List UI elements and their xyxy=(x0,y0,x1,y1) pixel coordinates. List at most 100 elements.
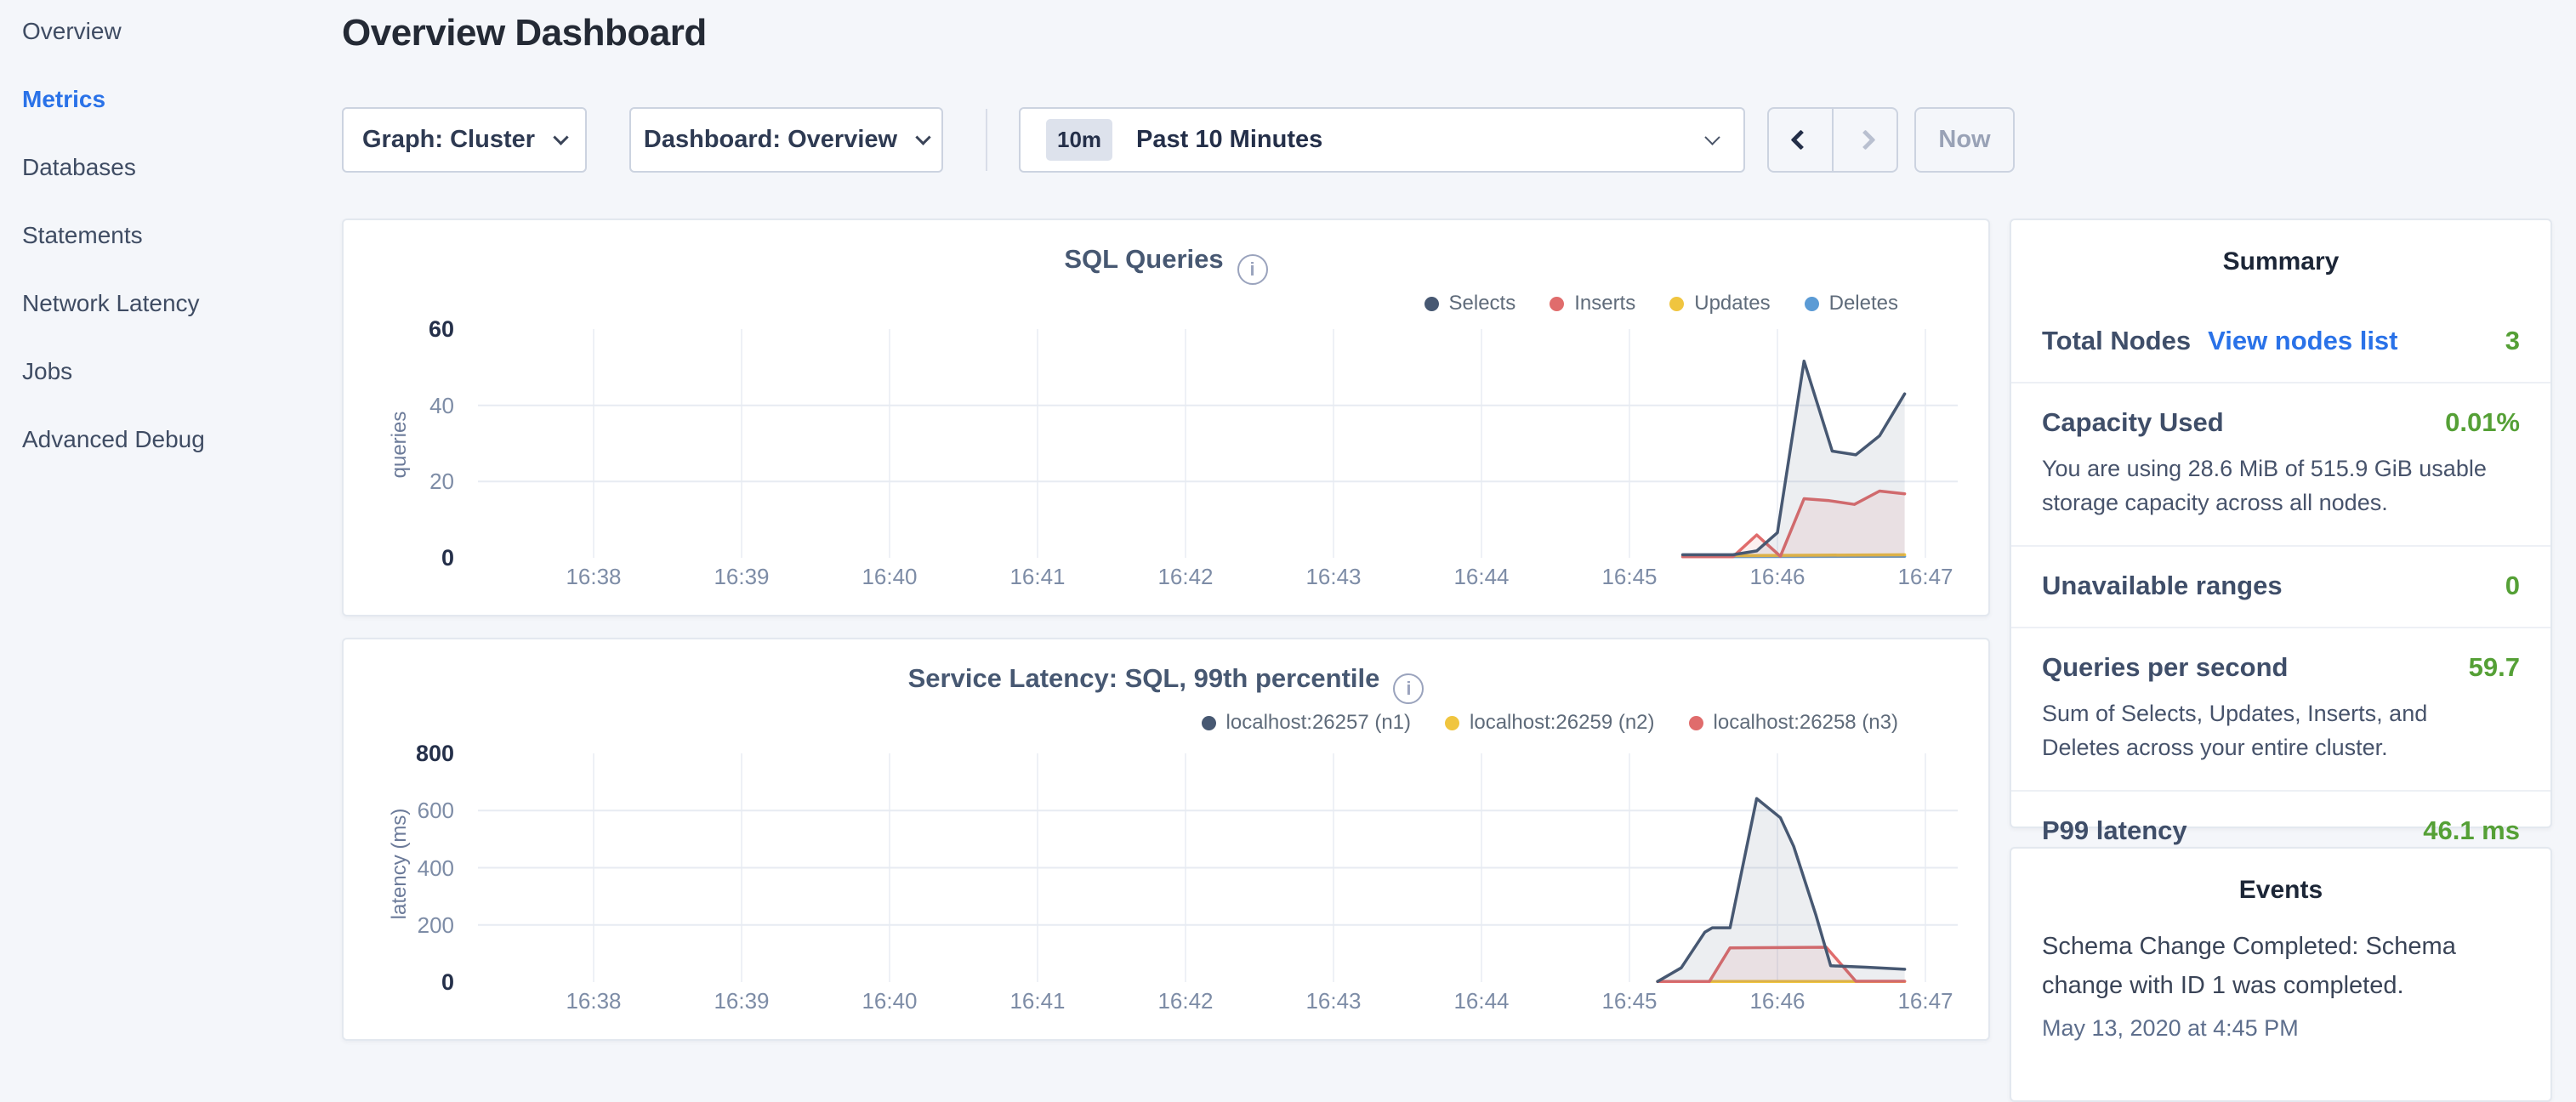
summary-rows: Total Nodes View nodes list 3 Capacity U… xyxy=(2011,302,2550,872)
p99-latency-value: 46.1 ms xyxy=(2423,815,2520,846)
chart-legend: localhost:26257 (n1) localhost:26259 (n2)… xyxy=(1202,711,1898,735)
sidebar-item-databases[interactable]: Databases xyxy=(22,153,340,182)
legend-label: localhost:26257 (n1) xyxy=(1226,711,1411,735)
sidebar-item-statements[interactable]: Statements xyxy=(22,221,340,250)
svg-text:16:38: 16:38 xyxy=(566,564,621,589)
legend-dot-icon xyxy=(1202,716,1216,730)
sidebar-nav: Overview Metrics Databases Statements Networ… xyxy=(0,0,340,493)
legend-item: Updates xyxy=(1669,292,1770,315)
legend-label: localhost:26258 (n3) xyxy=(1714,711,1898,735)
dashboard-dropdown-label: Dashboard: Overview xyxy=(644,126,897,154)
svg-text:16:45: 16:45 xyxy=(1601,988,1657,1014)
legend-label: Inserts xyxy=(1574,292,1635,315)
legend-item: localhost:26259 (n2) xyxy=(1445,711,1654,735)
controls-divider xyxy=(986,109,987,171)
sidebar-item-jobs[interactable]: Jobs xyxy=(22,357,340,386)
overview-dashboard-page: { "colors": { "accent_blue": "#2a72e8", … xyxy=(0,0,2576,1051)
legend-label: localhost:26259 (n2) xyxy=(1470,711,1654,735)
svg-text:16:38: 16:38 xyxy=(566,988,621,1014)
time-step-buttons xyxy=(1767,107,1898,173)
events-panel: Events Schema Change Completed: Schema c… xyxy=(2010,847,2552,1102)
y-tick-label: 0 xyxy=(344,969,454,996)
qps-description: Sum of Selects, Updates, Inserts, and De… xyxy=(2042,696,2501,764)
info-icon[interactable]: i xyxy=(1237,254,1268,285)
legend-label: Updates xyxy=(1694,292,1770,315)
now-button[interactable]: Now xyxy=(1914,107,2015,173)
event-item-timestamp: May 13, 2020 at 4:45 PM xyxy=(2042,1015,2520,1042)
previous-range-button[interactable] xyxy=(1769,109,1834,171)
chevron-down-icon xyxy=(915,129,930,145)
time-range-dropdown[interactable]: 10m Past 10 Minutes xyxy=(1019,107,1745,173)
chevron-right-icon xyxy=(1855,129,1875,150)
svg-text:16:44: 16:44 xyxy=(1453,988,1509,1014)
chart-title-row: Service Latency: SQL, 99th percentile i xyxy=(344,663,1988,704)
chevron-left-icon xyxy=(1790,129,1811,150)
y-tick-label: 60 xyxy=(344,315,454,343)
y-tick-label: 800 xyxy=(344,740,454,767)
chevron-down-icon xyxy=(1704,129,1720,145)
summary-row-total-nodes: Total Nodes View nodes list 3 xyxy=(2011,302,2550,383)
legend-item: Selects xyxy=(1424,292,1516,315)
svg-text:16:39: 16:39 xyxy=(714,988,769,1014)
unavailable-ranges-value: 0 xyxy=(2505,571,2520,601)
controls-bar: Graph: Cluster Dashboard: Overview 10m P… xyxy=(342,107,2015,173)
y-tick-label: 200 xyxy=(344,912,454,939)
svg-text:16:42: 16:42 xyxy=(1157,564,1213,589)
service-latency-plot[interactable]: 16:3816:3916:4016:4116:4216:4316:4416:45… xyxy=(478,748,1958,1029)
svg-text:16:47: 16:47 xyxy=(1897,564,1953,589)
legend-dot-icon xyxy=(1669,297,1684,311)
y-tick-label: 40 xyxy=(344,392,454,419)
svg-text:16:47: 16:47 xyxy=(1897,988,1953,1014)
total-nodes-value: 3 xyxy=(2505,326,2520,356)
y-tick-label: 20 xyxy=(344,468,454,495)
graph-dropdown[interactable]: Graph: Cluster xyxy=(342,107,587,173)
events-title: Events xyxy=(2011,876,2550,905)
y-tick-label: 0 xyxy=(344,544,454,571)
sidebar-item-network-latency[interactable]: Network Latency xyxy=(22,289,340,318)
legend-dot-icon xyxy=(1445,716,1459,730)
chevron-down-icon xyxy=(553,129,568,145)
qps-value: 59.7 xyxy=(2469,652,2520,683)
svg-text:16:46: 16:46 xyxy=(1749,988,1805,1014)
svg-text:16:41: 16:41 xyxy=(1009,988,1065,1014)
summary-row-capacity: Capacity Used 0.01% You are using 28.6 M… xyxy=(2011,383,2550,547)
view-nodes-list-link[interactable]: View nodes list xyxy=(2208,326,2397,356)
chart-title: Service Latency: SQL, 99th percentile xyxy=(908,663,1380,693)
svg-text:16:44: 16:44 xyxy=(1453,564,1509,589)
chart-legend: Selects Inserts Updates Deletes xyxy=(1424,292,1899,315)
service-latency-chart-card: Service Latency: SQL, 99th percentile i l… xyxy=(342,638,1990,1041)
unavailable-ranges-label: Unavailable ranges xyxy=(2042,571,2283,601)
sidebar-item-metrics[interactable]: Metrics xyxy=(22,85,340,114)
y-axis-label: queries xyxy=(388,343,412,547)
page-title: Overview Dashboard xyxy=(342,12,707,54)
graph-dropdown-label: Graph: Cluster xyxy=(362,126,535,154)
svg-text:16:40: 16:40 xyxy=(862,564,917,589)
legend-dot-icon xyxy=(1805,297,1819,311)
capacity-used-description: You are using 28.6 MiB of 515.9 GiB usab… xyxy=(2042,452,2501,520)
svg-text:16:39: 16:39 xyxy=(714,564,769,589)
time-range-label: Past 10 Minutes xyxy=(1136,126,1322,154)
legend-item: localhost:26258 (n3) xyxy=(1689,711,1898,735)
p99-latency-label: P99 latency xyxy=(2042,815,2187,846)
legend-item: localhost:26257 (n1) xyxy=(1202,711,1411,735)
summary-title: Summary xyxy=(2011,247,2550,276)
legend-label: Selects xyxy=(1449,292,1516,315)
chart-title-row: SQL Queriesi xyxy=(344,244,1988,285)
next-range-button[interactable] xyxy=(1834,109,1896,171)
capacity-used-value: 0.01% xyxy=(2445,407,2520,438)
total-nodes-label: Total Nodes xyxy=(2042,326,2191,356)
info-icon[interactable]: i xyxy=(1393,673,1424,704)
legend-item: Inserts xyxy=(1550,292,1635,315)
sidebar-item-overview[interactable]: Overview xyxy=(22,17,340,46)
svg-text:16:41: 16:41 xyxy=(1009,564,1065,589)
summary-row-qps: Queries per second 59.7 Sum of Selects, … xyxy=(2011,628,2550,792)
sql-queries-plot[interactable]: 16:3816:3916:4016:4116:4216:4316:4416:45… xyxy=(478,324,1958,605)
legend-dot-icon xyxy=(1424,297,1439,311)
summary-panel: Summary Total Nodes View nodes list 3 Ca… xyxy=(2010,219,2552,828)
dashboard-dropdown[interactable]: Dashboard: Overview xyxy=(629,107,943,173)
sql-queries-chart-card: SQL Queriesi Selects Inserts Updates Delete… xyxy=(342,219,1990,616)
sidebar-item-advanced-debug[interactable]: Advanced Debug xyxy=(22,425,340,454)
legend-dot-icon xyxy=(1689,716,1703,730)
svg-text:16:42: 16:42 xyxy=(1157,988,1213,1014)
legend-label: Deletes xyxy=(1829,292,1898,315)
